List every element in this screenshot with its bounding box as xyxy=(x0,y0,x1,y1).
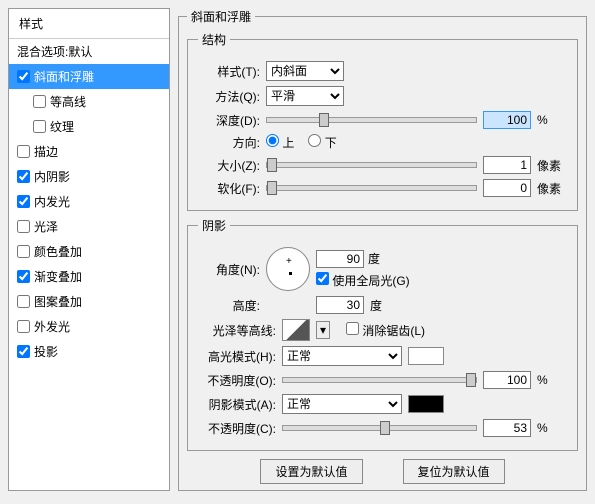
size-label: 大小(Z): xyxy=(198,157,260,174)
shadow-mode-select[interactable]: 正常 xyxy=(282,394,402,414)
altitude-input[interactable] xyxy=(316,296,364,314)
structure-group: 结构 样式(T): 内斜面 方法(Q): 平滑 深度(D): % 方向: xyxy=(187,31,578,211)
sidebar-item-2[interactable]: 等高线 xyxy=(9,89,169,114)
sidebar-check-2[interactable] xyxy=(33,95,46,108)
contour-dropdown[interactable]: ▾ xyxy=(316,321,330,339)
highlight-opacity-input[interactable] xyxy=(483,371,531,389)
shadow-color[interactable] xyxy=(408,395,444,413)
sidebar-item-label: 颜色叠加 xyxy=(34,243,82,260)
soften-slider[interactable] xyxy=(266,185,477,191)
angle-input[interactable] xyxy=(316,250,364,268)
shadow-opacity-label: 不透明度(C): xyxy=(198,420,276,437)
highlight-opacity-label: 不透明度(O): xyxy=(198,372,276,389)
global-light-check[interactable]: 使用全局光(G) xyxy=(316,272,410,289)
sidebar-item-3[interactable]: 纹理 xyxy=(9,114,169,139)
depth-input[interactable] xyxy=(483,111,531,129)
shadow-mode-label: 阴影模式(A): xyxy=(198,396,276,413)
soften-unit: 像素 xyxy=(537,180,567,197)
altitude-unit: 度 xyxy=(370,297,382,314)
sidebar-item-1[interactable]: 斜面和浮雕 xyxy=(9,64,169,89)
soften-input[interactable] xyxy=(483,179,531,197)
sidebar-check-3[interactable] xyxy=(33,120,46,133)
size-unit: 像素 xyxy=(537,157,567,174)
sidebar-check-7[interactable] xyxy=(17,220,30,233)
sidebar-check-6[interactable] xyxy=(17,195,30,208)
sidebar-item-5[interactable]: 内阴影 xyxy=(9,164,169,189)
contour-swatch[interactable] xyxy=(282,319,310,341)
sidebar-header: 样式 xyxy=(9,9,169,39)
highlight-mode-select[interactable]: 正常 xyxy=(282,346,402,366)
style-select[interactable]: 内斜面 xyxy=(266,61,344,81)
direction-up[interactable]: 上 xyxy=(266,134,294,151)
sidebar-item-label: 纹理 xyxy=(50,118,74,135)
shading-group: 阴影 角度(N): + 度 使用全局光(G) 高度: xyxy=(187,217,578,451)
direction-down[interactable]: 下 xyxy=(308,134,336,151)
sidebar-item-label: 光泽 xyxy=(34,218,58,235)
style-label: 样式(T): xyxy=(198,63,260,80)
direction-label: 方向: xyxy=(198,134,260,151)
sidebar-check-5[interactable] xyxy=(17,170,30,183)
sidebar-item-8[interactable]: 颜色叠加 xyxy=(9,239,169,264)
sidebar-item-label: 斜面和浮雕 xyxy=(34,68,94,85)
sidebar-item-11[interactable]: 外发光 xyxy=(9,314,169,339)
highlight-opacity-slider[interactable] xyxy=(282,377,477,383)
shadow-opacity-unit: % xyxy=(537,421,567,435)
shadow-opacity-slider[interactable] xyxy=(282,425,477,431)
sidebar-check-9[interactable] xyxy=(17,270,30,283)
styles-sidebar: 样式 混合选项:默认斜面和浮雕等高线纹理描边内阴影内发光光泽颜色叠加渐变叠加图案… xyxy=(8,8,170,491)
sidebar-item-10[interactable]: 图案叠加 xyxy=(9,289,169,314)
sidebar-item-label: 内发光 xyxy=(34,193,70,210)
reset-default-button[interactable]: 复位为默认值 xyxy=(403,459,505,484)
sidebar-check-1[interactable] xyxy=(17,70,30,83)
sidebar-item-label: 内阴影 xyxy=(34,168,70,185)
size-slider[interactable] xyxy=(266,162,477,168)
angle-unit: 度 xyxy=(368,250,380,267)
sidebar-item-label: 渐变叠加 xyxy=(34,268,82,285)
method-select[interactable]: 平滑 xyxy=(266,86,344,106)
contour-label: 光泽等高线: xyxy=(198,322,276,339)
angle-label: 角度(N): xyxy=(198,261,260,278)
sidebar-item-12[interactable]: 投影 xyxy=(9,339,169,364)
altitude-label: 高度: xyxy=(198,297,260,314)
highlight-mode-label: 高光模式(H): xyxy=(198,348,276,365)
sidebar-item-9[interactable]: 渐变叠加 xyxy=(9,264,169,289)
sidebar-check-8[interactable] xyxy=(17,245,30,258)
sidebar-item-label: 等高线 xyxy=(50,93,86,110)
angle-dial[interactable]: + xyxy=(266,247,310,291)
soften-label: 软化(F): xyxy=(198,180,260,197)
main-panel: 斜面和浮雕 结构 样式(T): 内斜面 方法(Q): 平滑 深度(D): % xyxy=(178,8,587,491)
sidebar-item-label: 混合选项:默认 xyxy=(17,43,92,60)
highlight-opacity-unit: % xyxy=(537,373,567,387)
shadow-opacity-input[interactable] xyxy=(483,419,531,437)
highlight-color[interactable] xyxy=(408,347,444,365)
sidebar-check-4[interactable] xyxy=(17,145,30,158)
depth-label: 深度(D): xyxy=(198,112,260,129)
sidebar-item-label: 描边 xyxy=(34,143,58,160)
method-label: 方法(Q): xyxy=(198,88,260,105)
sidebar-check-11[interactable] xyxy=(17,320,30,333)
depth-slider[interactable] xyxy=(266,117,477,123)
sidebar-item-label: 外发光 xyxy=(34,318,70,335)
shading-legend: 阴影 xyxy=(198,217,230,234)
set-default-button[interactable]: 设置为默认值 xyxy=(260,459,362,484)
sidebar-item-4[interactable]: 描边 xyxy=(9,139,169,164)
panel-title: 斜面和浮雕 xyxy=(187,8,255,25)
sidebar-check-12[interactable] xyxy=(17,345,30,358)
sidebar-check-10[interactable] xyxy=(17,295,30,308)
structure-legend: 结构 xyxy=(198,31,230,48)
sidebar-item-label: 图案叠加 xyxy=(34,293,82,310)
depth-unit: % xyxy=(537,113,567,127)
sidebar-item-6[interactable]: 内发光 xyxy=(9,189,169,214)
sidebar-item-0[interactable]: 混合选项:默认 xyxy=(9,39,169,64)
sidebar-item-7[interactable]: 光泽 xyxy=(9,214,169,239)
antialias-check[interactable]: 消除锯齿(L) xyxy=(346,322,425,339)
size-input[interactable] xyxy=(483,156,531,174)
panel-fieldset: 斜面和浮雕 结构 样式(T): 内斜面 方法(Q): 平滑 深度(D): % xyxy=(178,8,587,491)
sidebar-item-label: 投影 xyxy=(34,343,58,360)
